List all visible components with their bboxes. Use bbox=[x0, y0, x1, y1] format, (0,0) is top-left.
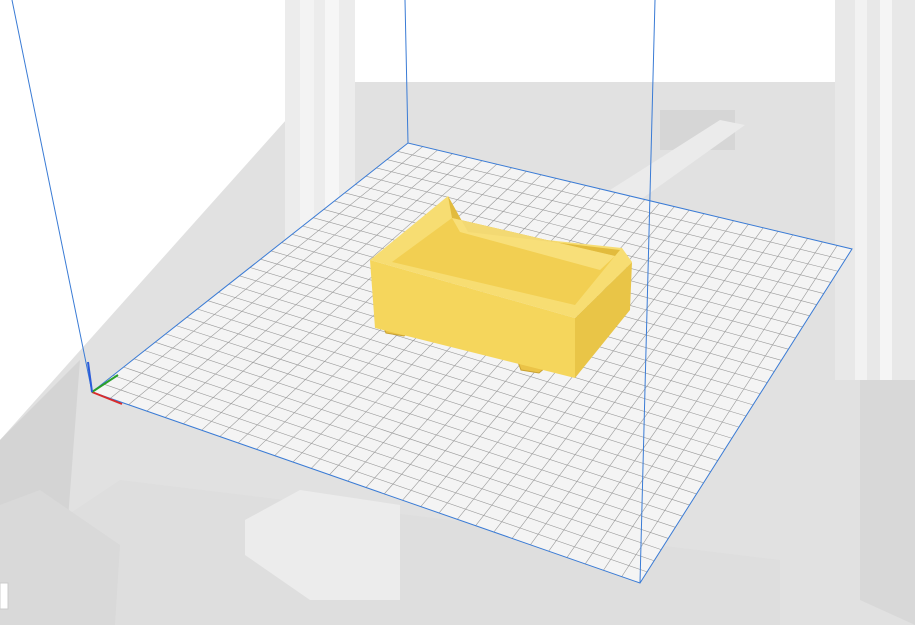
frame-rail-right-inner bbox=[855, 0, 867, 380]
build-volume-edge-left bbox=[11, 0, 93, 393]
3d-viewport[interactable] bbox=[0, 0, 915, 625]
frame-rail-right-inner2 bbox=[880, 0, 892, 380]
frame-rail-right bbox=[835, 0, 915, 380]
display-tab bbox=[0, 582, 9, 610]
build-scene[interactable] bbox=[0, 0, 915, 625]
